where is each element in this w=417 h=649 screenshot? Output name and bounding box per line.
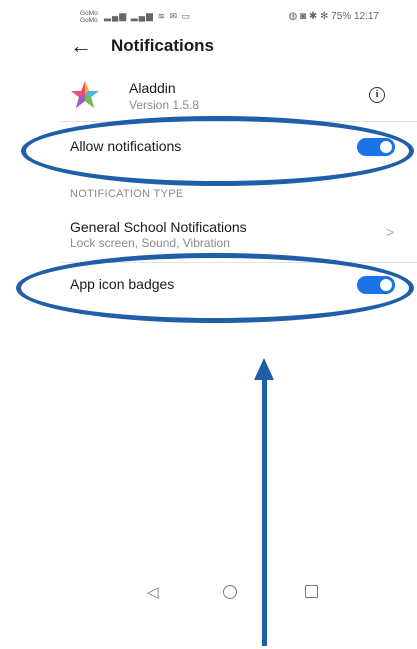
chevron-right-icon: >	[386, 224, 395, 240]
app-header: Aladdin Version 1.5.8 i	[0, 78, 417, 118]
app-version: Version 1.5.8	[129, 98, 200, 112]
status-right: ◍ ◙ ✱ ✻ 75% 12:17	[289, 11, 379, 22]
status-bar: GoMo GoMo ▂▄▆ ▂▄▆ ≋ ✉ ▭ ◍ ◙ ✱ ✻ 75% 12:1…	[0, 0, 417, 32]
nav-recent-icon[interactable]	[305, 585, 318, 598]
carrier-label: GoMo GoMo	[80, 10, 98, 24]
annotation-ellipse	[16, 253, 414, 323]
top-app-bar: ← Notifications	[0, 32, 417, 62]
aladdin-logo-icon	[71, 81, 99, 108]
section-header: NOTIFICATION TYPE	[70, 188, 184, 200]
page-title: Notifications	[111, 36, 214, 55]
general-school-label: General School Notifications	[70, 219, 247, 235]
annotation-ellipse	[21, 116, 414, 186]
nav-back-icon[interactable]: ◁	[147, 583, 159, 601]
status-icons: ◍ ◙ ✱ ✻	[288, 11, 332, 22]
general-school-notifications-row[interactable]: General School Notifications Lock screen…	[0, 214, 417, 254]
signal-icons: ▂▄▆ ▂▄▆ ≋ ✉ ▭	[104, 11, 192, 21]
app-name: Aladdin	[129, 80, 176, 96]
battery-clock: 75% 12:17	[331, 11, 379, 22]
info-icon[interactable]: i	[369, 87, 385, 103]
system-nav-bar: ◁	[0, 580, 417, 610]
arrow-left-icon[interactable]: ←	[70, 34, 92, 58]
general-school-sub: Lock screen, Sound, Vibration	[70, 236, 230, 250]
nav-home-icon[interactable]	[223, 585, 237, 599]
